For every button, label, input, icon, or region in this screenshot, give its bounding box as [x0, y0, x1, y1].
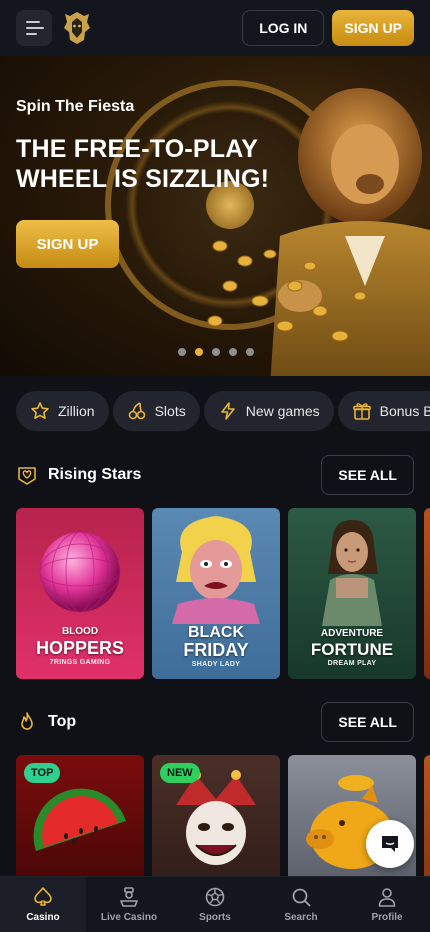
- adventurer-illustration: [322, 520, 382, 626]
- watermelon-illustration: [33, 788, 126, 851]
- support-chat-button[interactable]: [366, 820, 414, 868]
- top-games-header: Top SEE ALL: [16, 702, 414, 742]
- game-badge: TOP: [24, 763, 61, 783]
- spade-icon: [34, 887, 52, 906]
- game-name-top: ADVENTURE: [320, 628, 384, 639]
- game-tile-partial[interactable]: [424, 508, 430, 679]
- rising-stars-carousel: BLOOD HOPPERS 7RINGS GAMING BLACK FRIDAY…: [16, 508, 430, 679]
- login-button[interactable]: LOG IN: [242, 10, 325, 46]
- game-provider: SHADY LADY: [191, 661, 241, 668]
- star-icon: [31, 402, 49, 419]
- hero-title: THE FREE-TO-PLAY WHEEL IS SIZZLING!: [16, 135, 270, 193]
- hero-banner[interactable]: Spin The Fiesta THE FREE-TO-PLAY WHEEL I…: [0, 56, 430, 376]
- chip-label: Slots: [154, 403, 186, 419]
- lion-logo-icon[interactable]: [62, 10, 92, 46]
- nav-sports[interactable]: Sports: [172, 877, 258, 932]
- hero-subtitle: Spin The Fiesta: [16, 98, 135, 115]
- nav-label: Search: [284, 912, 318, 923]
- top-header: LOG IN SIGN UP: [0, 0, 430, 56]
- heart-badge-icon: [18, 467, 36, 485]
- category-chip-new-games[interactable]: New games: [203, 391, 334, 431]
- carousel-dot[interactable]: [212, 348, 220, 356]
- nav-label: Sports: [199, 912, 231, 923]
- nav-search[interactable]: Search: [258, 877, 344, 932]
- carousel-dot[interactable]: [195, 348, 203, 356]
- game-badge: NEW: [160, 763, 200, 783]
- game-name-main: FORTUNE: [310, 640, 394, 659]
- chip-label: Bonus B: [379, 403, 430, 419]
- carousel-dot[interactable]: [178, 348, 186, 356]
- section-title-top: Top: [48, 713, 77, 730]
- shady-lady-illustration: [172, 516, 260, 624]
- profile-icon: [378, 888, 396, 907]
- bottom-navigation: Casino Live Casino Sports Search Profile: [0, 876, 430, 932]
- see-all-top-button[interactable]: SEE ALL: [321, 702, 414, 742]
- game-provider: DREAM PLAY: [327, 660, 377, 667]
- nav-label: Profile: [371, 912, 403, 923]
- gift-icon: [352, 403, 371, 420]
- category-chips: Zillion Slots New games Bonus B: [16, 391, 430, 431]
- nav-label: Live Casino: [100, 912, 158, 923]
- disco-ball-illustration: [39, 531, 121, 613]
- menu-line: [26, 27, 44, 29]
- lightning-icon: [220, 402, 235, 420]
- game-tile-blood-hoppers[interactable]: BLOOD HOPPERS 7RINGS GAMING: [16, 508, 144, 679]
- search-icon: [292, 888, 311, 907]
- hamburger-menu-button[interactable]: [16, 10, 52, 46]
- chat-icon: [382, 836, 398, 852]
- game-provider: 7RINGS GAMING: [49, 659, 111, 666]
- chip-label: New games: [245, 403, 320, 419]
- soccer-ball-icon: [205, 887, 225, 907]
- flame-icon: [21, 712, 33, 730]
- menu-line: [26, 33, 37, 35]
- chip-label: Zillion: [58, 403, 95, 419]
- hero-signup-button[interactable]: SIGN UP: [16, 220, 119, 268]
- game-name-main: FRIDAY: [183, 640, 249, 660]
- game-name-main: HOPPERS: [35, 638, 125, 658]
- menu-line: [26, 21, 40, 23]
- dealer-icon: [120, 887, 138, 907]
- joker-illustration: [176, 770, 256, 865]
- category-chip-bonus[interactable]: Bonus B: [337, 391, 430, 431]
- game-name-top: BLOOD: [61, 626, 99, 637]
- rising-stars-header: Rising Stars SEE ALL: [16, 455, 414, 495]
- game-tile-adventure-fortune[interactable]: ADVENTURE FORTUNE DREAM PLAY: [288, 508, 416, 679]
- nav-live-casino[interactable]: Live Casino: [86, 877, 172, 932]
- category-chip-slots[interactable]: Slots: [112, 391, 200, 431]
- section-title-rising-stars: Rising Stars: [48, 466, 142, 483]
- nav-casino[interactable]: Casino: [0, 877, 86, 932]
- carousel-dot[interactable]: [246, 348, 254, 356]
- nav-profile[interactable]: Profile: [344, 877, 430, 932]
- see-all-rising-stars-button[interactable]: SEE ALL: [321, 455, 414, 495]
- carousel-dots: [178, 348, 254, 356]
- game-tile-black-friday[interactable]: BLACK FRIDAY SHADY LADY: [152, 508, 280, 679]
- nav-label: Casino: [26, 912, 60, 923]
- gold-coins-illustration: [207, 240, 367, 342]
- carousel-dot[interactable]: [229, 348, 237, 356]
- signup-button[interactable]: SIGN UP: [332, 10, 414, 46]
- category-chip-zillion[interactable]: Zillion: [16, 391, 109, 431]
- cherries-icon: [128, 402, 145, 420]
